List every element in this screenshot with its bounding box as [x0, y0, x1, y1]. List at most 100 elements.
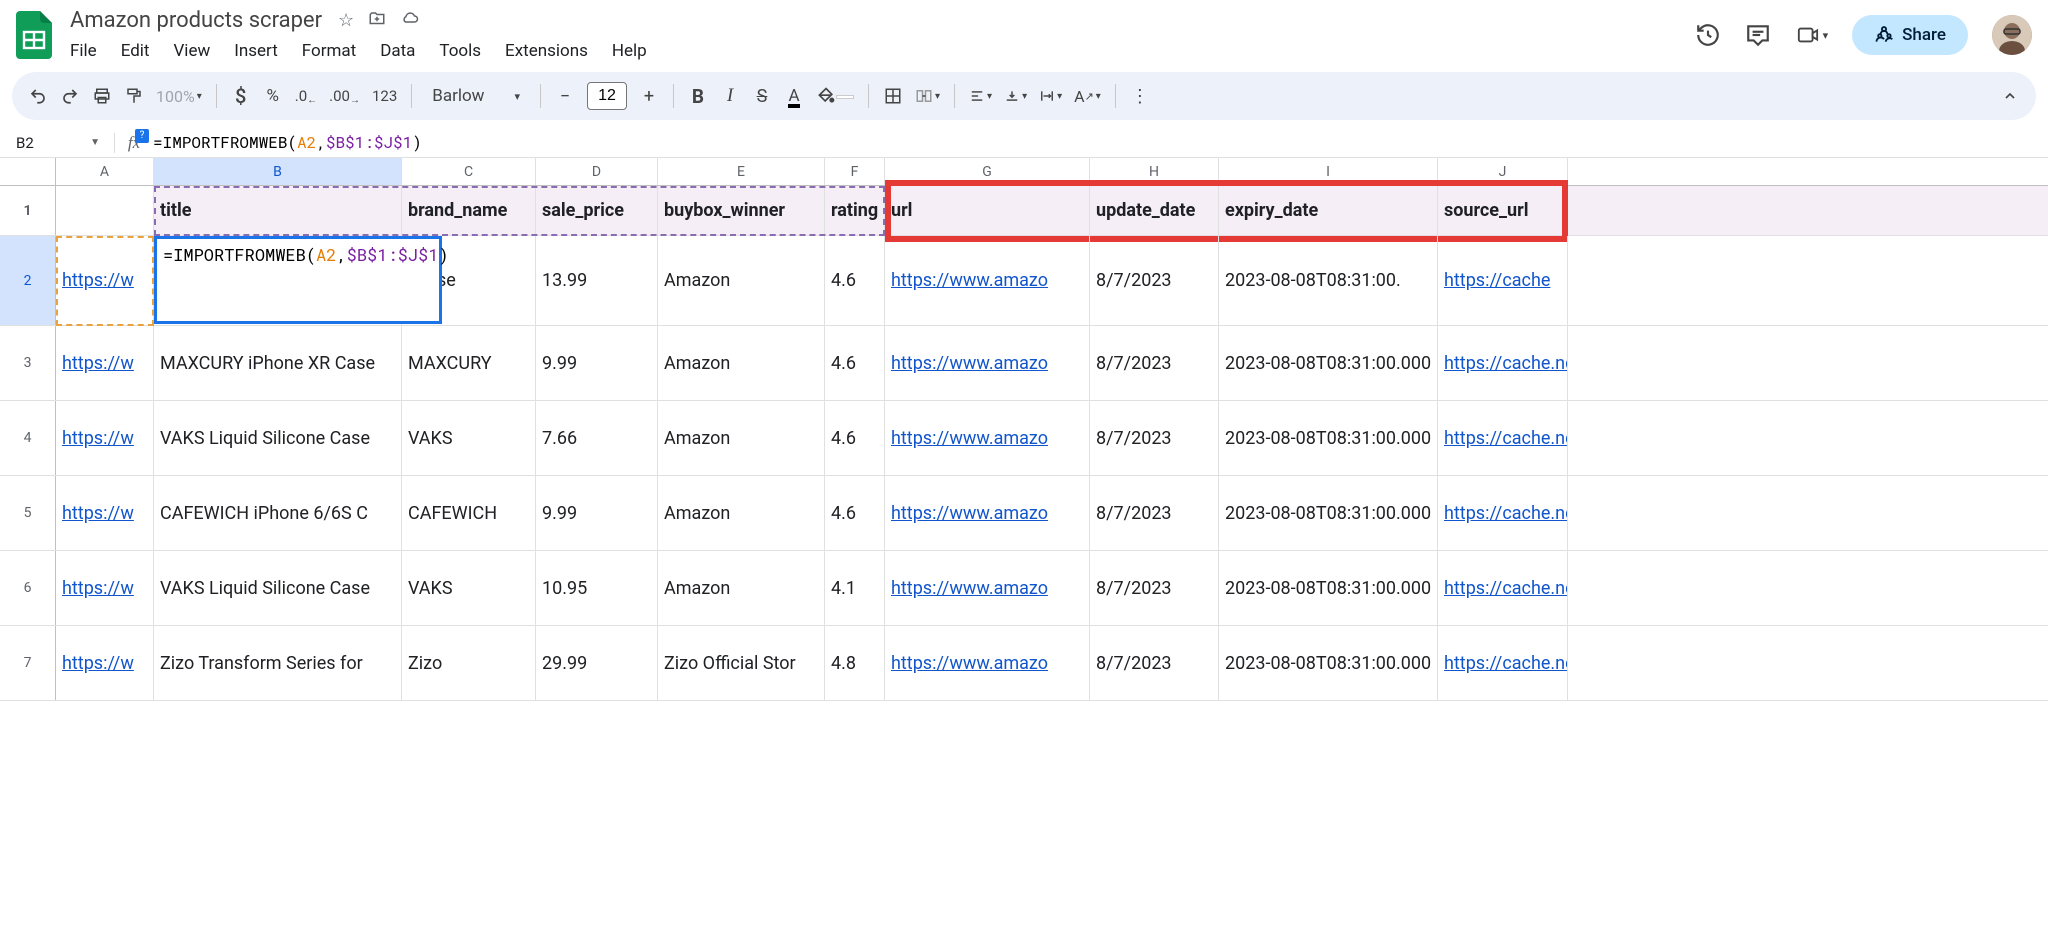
star-icon[interactable]: ☆ — [338, 10, 354, 31]
link[interactable]: https://w — [62, 503, 134, 524]
row-header-6[interactable]: 6 — [0, 551, 56, 625]
currency-button[interactable]: $ — [227, 80, 255, 112]
sheets-logo-icon[interactable] — [12, 13, 56, 57]
cell-J6[interactable]: https://cache.nd — [1438, 551, 1568, 625]
cell-G7[interactable]: https://www.amazo — [885, 626, 1090, 700]
text-color-button[interactable]: A — [780, 80, 808, 112]
cell-B7[interactable]: Zizo Transform Series for — [154, 626, 402, 700]
cell-F1[interactable]: rating — [825, 186, 885, 235]
cell-I3[interactable]: 2023-08-08T08:31:00.000 — [1219, 326, 1438, 400]
paint-format-button[interactable] — [120, 80, 148, 112]
link[interactable]: https://cache.nd — [1444, 503, 1568, 524]
cell-J7[interactable]: https://cache.nd — [1438, 626, 1568, 700]
link[interactable]: https://cache.nd — [1444, 428, 1568, 449]
increase-decimal-button[interactable]: .00→ — [325, 80, 364, 112]
font-select[interactable]: Barlow▾ — [422, 86, 530, 106]
cell-I5[interactable]: 2023-08-08T08:31:00.000 — [1219, 476, 1438, 550]
zoom-select[interactable]: 100% — [152, 80, 206, 112]
cloud-icon[interactable] — [400, 10, 420, 31]
link[interactable]: https://cache — [1444, 270, 1550, 291]
col-header-E[interactable]: E — [658, 158, 825, 185]
cell-I2[interactable]: 2023-08-08T08:31:00. — [1219, 236, 1438, 325]
cell-C1[interactable]: brand_name — [402, 186, 536, 235]
comment-icon[interactable] — [1745, 22, 1771, 48]
share-button[interactable]: Share — [1852, 15, 1968, 55]
cell-E6[interactable]: Amazon — [658, 551, 825, 625]
cell-F5[interactable]: 4.6 — [825, 476, 885, 550]
cell-I1[interactable]: expiry_date — [1219, 186, 1438, 235]
cell-B4[interactable]: VAKS Liquid Silicone Case — [154, 401, 402, 475]
cell-A1[interactable] — [56, 186, 154, 235]
link[interactable]: https://w — [62, 353, 134, 374]
cell-J2[interactable]: https://cache — [1438, 236, 1568, 325]
decrease-font-button[interactable]: − — [551, 80, 579, 112]
fill-color-button[interactable] — [812, 80, 858, 112]
link[interactable]: https://w — [62, 428, 134, 449]
menu-view[interactable]: View — [163, 37, 220, 65]
row-header-4[interactable]: 4 — [0, 401, 56, 475]
cell-D4[interactable]: 7.66 — [536, 401, 658, 475]
document-title[interactable]: Amazon products scraper — [64, 6, 328, 35]
cell-E3[interactable]: Amazon — [658, 326, 825, 400]
bold-button[interactable]: B — [684, 80, 712, 112]
history-icon[interactable] — [1695, 22, 1721, 48]
cell-D3[interactable]: 9.99 — [536, 326, 658, 400]
valign-button[interactable] — [1000, 80, 1031, 112]
cell-J5[interactable]: https://cache.nd — [1438, 476, 1568, 550]
cell-D5[interactable]: 9.99 — [536, 476, 658, 550]
wrap-button[interactable] — [1035, 80, 1066, 112]
redo-button[interactable] — [56, 80, 84, 112]
rotate-button[interactable]: A↗ — [1070, 80, 1105, 112]
menu-format[interactable]: Format — [292, 37, 366, 65]
italic-button[interactable]: I — [716, 80, 744, 112]
col-header-H[interactable]: H — [1090, 158, 1219, 185]
cell-J1[interactable]: source_url — [1438, 186, 1568, 235]
cell-A3[interactable]: https://w — [56, 326, 154, 400]
cell-B3[interactable]: MAXCURY iPhone XR Case — [154, 326, 402, 400]
more-button[interactable]: ⋮ — [1126, 80, 1154, 112]
borders-button[interactable] — [879, 80, 907, 112]
cell-H1[interactable]: update_date — [1090, 186, 1219, 235]
cell-B6[interactable]: VAKS Liquid Silicone Case — [154, 551, 402, 625]
link[interactable]: https://www.amazo — [891, 353, 1048, 374]
formula-input[interactable]: =IMPORTFROMWEB(A2,$B$1:$J$1) — [147, 132, 422, 153]
menu-edit[interactable]: Edit — [111, 37, 160, 65]
row-header-2[interactable]: 2 — [0, 236, 56, 325]
name-box[interactable]: B2▼ — [8, 134, 108, 152]
link[interactable]: https://cache.nd — [1444, 353, 1568, 374]
cell-B1[interactable]: title — [154, 186, 402, 235]
cell-E5[interactable]: Amazon — [658, 476, 825, 550]
print-button[interactable] — [88, 80, 116, 112]
cell-F3[interactable]: 4.6 — [825, 326, 885, 400]
cell-I4[interactable]: 2023-08-08T08:31:00.000 — [1219, 401, 1438, 475]
cell-D6[interactable]: 10.95 — [536, 551, 658, 625]
link[interactable]: https://w — [62, 653, 134, 674]
strike-button[interactable]: S — [748, 80, 776, 112]
link[interactable]: https://cache.nd — [1444, 653, 1568, 674]
cell-G5[interactable]: https://www.amazo — [885, 476, 1090, 550]
increase-font-button[interactable]: + — [635, 80, 663, 112]
cell-G6[interactable]: https://www.amazo — [885, 551, 1090, 625]
percent-button[interactable]: % — [259, 80, 287, 112]
cell-F4[interactable]: 4.6 — [825, 401, 885, 475]
col-header-C[interactable]: C — [402, 158, 536, 185]
link[interactable]: https://www.amazo — [891, 503, 1048, 524]
link[interactable]: https://cache.nd — [1444, 578, 1568, 599]
menu-extensions[interactable]: Extensions — [495, 37, 598, 65]
cell-editor[interactable]: =IMPORTFROMWEB(A2,$B$1:$J$1) — [154, 236, 442, 324]
cell-A7[interactable]: https://w — [56, 626, 154, 700]
cell-H7[interactable]: 8/7/2023 — [1090, 626, 1219, 700]
undo-button[interactable] — [24, 80, 52, 112]
cell-F2[interactable]: 4.6 — [825, 236, 885, 325]
cell-D7[interactable]: 29.99 — [536, 626, 658, 700]
cell-C7[interactable]: Zizo — [402, 626, 536, 700]
cell-A6[interactable]: https://w — [56, 551, 154, 625]
cell-C5[interactable]: CAFEWICH — [402, 476, 536, 550]
font-size-input[interactable] — [587, 82, 627, 110]
cell-H3[interactable]: 8/7/2023 — [1090, 326, 1219, 400]
cell-H6[interactable]: 8/7/2023 — [1090, 551, 1219, 625]
col-header-G[interactable]: G — [885, 158, 1090, 185]
cell-G2[interactable]: https://www.amazo — [885, 236, 1090, 325]
cell-G4[interactable]: https://www.amazo — [885, 401, 1090, 475]
menu-help[interactable]: Help — [602, 37, 657, 65]
